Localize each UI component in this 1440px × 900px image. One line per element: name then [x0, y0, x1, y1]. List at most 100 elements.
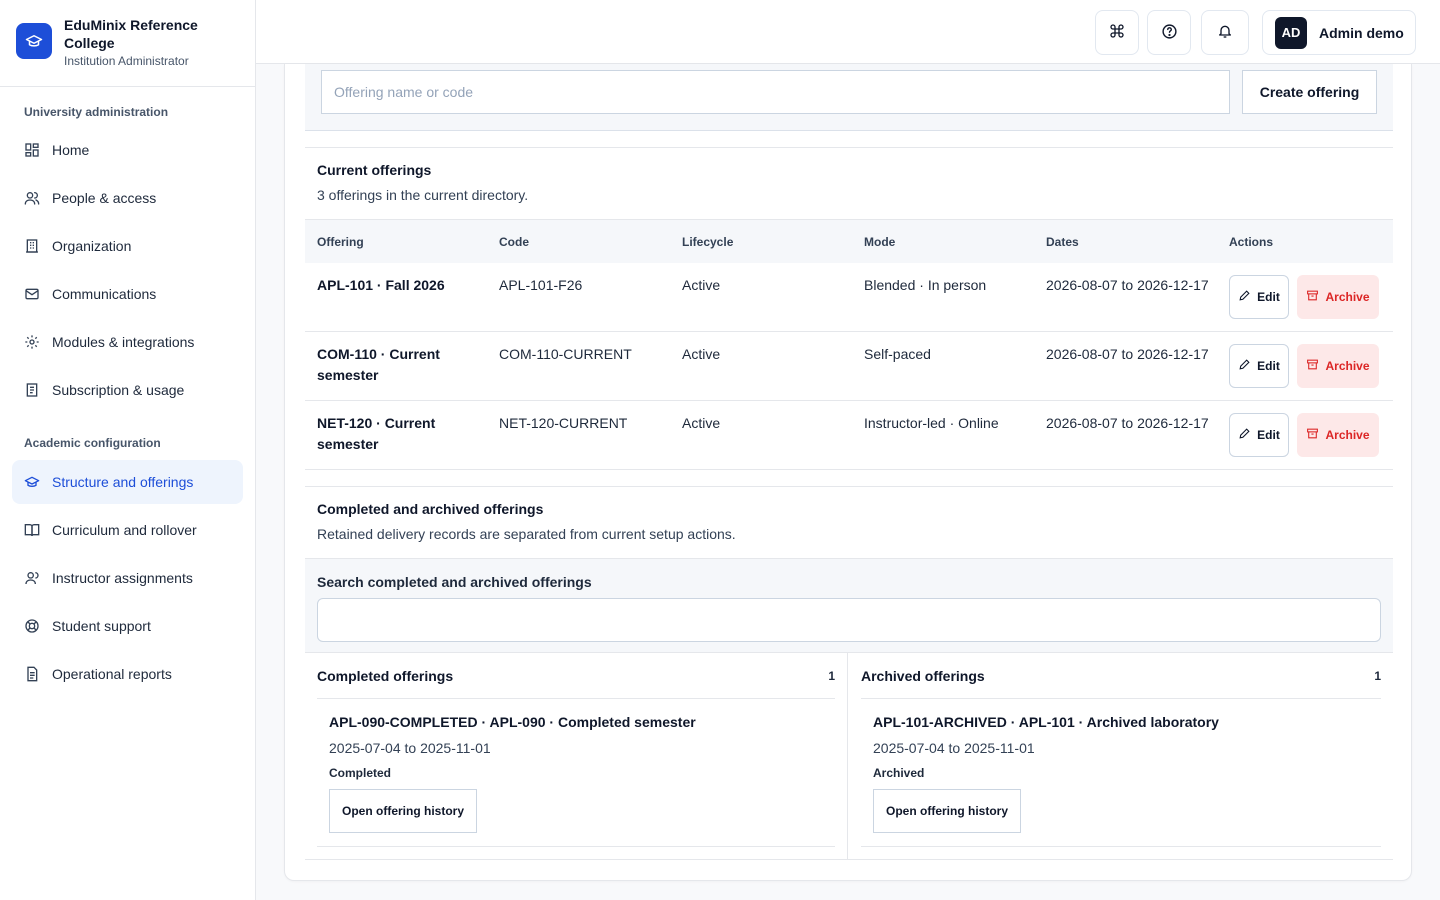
notifications-button[interactable]	[1201, 10, 1249, 55]
column-header-actions: Actions	[1229, 234, 1274, 249]
offering-lifecycle: Active	[682, 346, 721, 362]
divider	[305, 147, 1393, 148]
table-row: NET-120 · Current semester NET-120-CURRE…	[305, 401, 1393, 470]
offering-name: NET-120 · Current semester	[317, 415, 436, 452]
retained-offerings-title: Completed and archived offerings	[317, 501, 544, 517]
list-item: APL-101-ARCHIVED · APL-101 · Archived la…	[861, 700, 1381, 847]
user-menu-button[interactable]: AD Admin demo	[1262, 10, 1416, 55]
column-header-code: Code	[499, 234, 529, 249]
column-header-dates: Dates	[1046, 234, 1079, 249]
entry-dates: 2025-07-04 to 2025-11-01	[873, 740, 1035, 756]
top-bar: AD Admin demo	[256, 0, 1440, 64]
building-icon	[24, 238, 40, 254]
open-offering-history-button[interactable]: Open offering history	[873, 789, 1022, 833]
retained-search-input[interactable]	[317, 598, 1381, 642]
offering-search-bar: Create offering	[305, 64, 1393, 131]
nav-section-academic-config: Academic configuration	[24, 436, 161, 450]
archive-button[interactable]: Archive	[1297, 413, 1379, 457]
help-button[interactable]	[1147, 10, 1191, 55]
pencil-icon	[1238, 358, 1251, 374]
completed-panel-header: Completed offerings 1	[317, 653, 835, 699]
sidebar-item-student-support[interactable]: Student support	[12, 604, 243, 648]
edit-button[interactable]: Edit	[1229, 275, 1289, 319]
sidebar-item-organization[interactable]: Organization	[12, 224, 243, 268]
avatar: AD	[1275, 16, 1307, 49]
entry-title: APL-101-ARCHIVED · APL-101 · Archived la…	[873, 714, 1219, 730]
sidebar-item-label: Student support	[52, 618, 151, 634]
completed-offerings-panel: Completed offerings 1 APL-090-COMPLETED …	[305, 653, 848, 859]
entry-dates: 2025-07-04 to 2025-11-01	[329, 740, 491, 756]
entry-status: Archived	[873, 766, 925, 780]
document-icon	[24, 666, 40, 682]
entry-title: APL-090-COMPLETED · APL-090 · Completed …	[329, 714, 696, 730]
list-item: APL-090-COMPLETED · APL-090 · Completed …	[317, 700, 835, 847]
command-icon	[1109, 23, 1125, 42]
table-header: Offering Code Lifecycle Mode Dates Actio…	[305, 219, 1393, 263]
open-offering-history-button[interactable]: Open offering history	[329, 789, 478, 833]
retained-offerings-subtitle: Retained delivery records are separated …	[317, 526, 736, 542]
nav-section-university-admin: University administration	[24, 105, 169, 119]
mail-icon	[24, 286, 40, 302]
edit-button[interactable]: Edit	[1229, 344, 1289, 388]
divider	[305, 859, 1393, 860]
sidebar-item-label: Instructor assignments	[52, 570, 193, 586]
sidebar-item-people-access[interactable]: People & access	[12, 176, 243, 220]
archive-button[interactable]: Archive	[1297, 344, 1379, 388]
create-offering-button[interactable]: Create offering	[1242, 70, 1377, 114]
column-header-offering: Offering	[317, 234, 364, 249]
brand-header: EduMinix Reference College Institution A…	[0, 0, 255, 87]
sidebar-item-curriculum-rollover[interactable]: Curriculum and rollover	[12, 508, 243, 552]
edit-button[interactable]: Edit	[1229, 413, 1289, 457]
offering-code: COM-110-CURRENT	[499, 346, 632, 362]
offering-code: APL-101-F26	[499, 277, 583, 293]
current-offerings-subtitle: 3 offerings in the current directory.	[317, 187, 529, 203]
archived-count: 1	[1374, 668, 1381, 683]
lifebuoy-icon	[24, 618, 40, 634]
offering-dates: 2026-08-07 to 2026-12-17	[1046, 415, 1209, 431]
table-row: COM-110 · Current semester COM-110-CURRE…	[305, 332, 1393, 401]
user-name: Admin demo	[1319, 24, 1404, 41]
row-actions: Edit Archive	[1217, 344, 1393, 388]
offering-lifecycle: Active	[682, 415, 721, 431]
user-role: Institution Administrator	[64, 54, 189, 68]
offering-dates: 2026-08-07 to 2026-12-17	[1046, 277, 1209, 293]
entry-status: Completed	[329, 766, 392, 780]
institution-name: EduMinix Reference College	[64, 17, 198, 51]
archive-label: Archive	[1325, 290, 1370, 304]
pencil-icon	[1238, 289, 1251, 305]
command-palette-button[interactable]	[1095, 10, 1139, 55]
graduation-cap-icon	[16, 23, 52, 59]
archived-panel-title: Archived offerings	[861, 667, 985, 684]
sidebar-item-communications[interactable]: Communications	[12, 272, 243, 316]
sidebar-item-label: Operational reports	[52, 666, 172, 682]
sidebar-item-modules-integrations[interactable]: Modules & integrations	[12, 320, 243, 364]
archive-label: Archive	[1325, 428, 1370, 442]
sidebar-item-subscription-usage[interactable]: Subscription & usage	[12, 368, 243, 412]
offerings-card: Create offering Current offerings 3 offe…	[284, 64, 1412, 881]
sidebar-item-instructor-assignments[interactable]: Instructor assignments	[12, 556, 243, 600]
offering-mode: Self-paced	[864, 346, 931, 362]
offering-mode: Blended · In person	[864, 277, 987, 293]
table-row: APL-101 · Fall 2026 APL-101-F26 Active B…	[305, 263, 1393, 332]
sidebar: EduMinix Reference College Institution A…	[0, 0, 256, 900]
pencil-icon	[1238, 427, 1251, 443]
column-header-lifecycle: Lifecycle	[682, 234, 734, 249]
sidebar-item-home[interactable]: Home	[12, 128, 243, 172]
completed-count: 1	[828, 668, 835, 683]
sidebar-item-structure-offerings[interactable]: Structure and offerings	[12, 460, 243, 504]
sidebar-item-label: Structure and offerings	[52, 474, 194, 490]
offering-dates: 2026-08-07 to 2026-12-17	[1046, 346, 1209, 362]
sidebar-item-label: Communications	[52, 286, 157, 302]
bell-icon	[1217, 23, 1233, 42]
offering-search-input[interactable]	[321, 70, 1230, 114]
column-header-mode: Mode	[864, 234, 896, 249]
archive-button[interactable]: Archive	[1297, 275, 1379, 319]
sidebar-item-operational-reports[interactable]: Operational reports	[12, 652, 243, 696]
offering-code: NET-120-CURRENT	[499, 415, 628, 431]
archive-icon	[1306, 358, 1319, 374]
sidebar-item-label: People & access	[52, 190, 157, 206]
sidebar-item-label: Subscription & usage	[52, 382, 185, 398]
sidebar-item-label: Home	[52, 142, 90, 158]
edit-label: Edit	[1257, 359, 1280, 373]
archived-panel-header: Archived offerings 1	[861, 653, 1381, 699]
